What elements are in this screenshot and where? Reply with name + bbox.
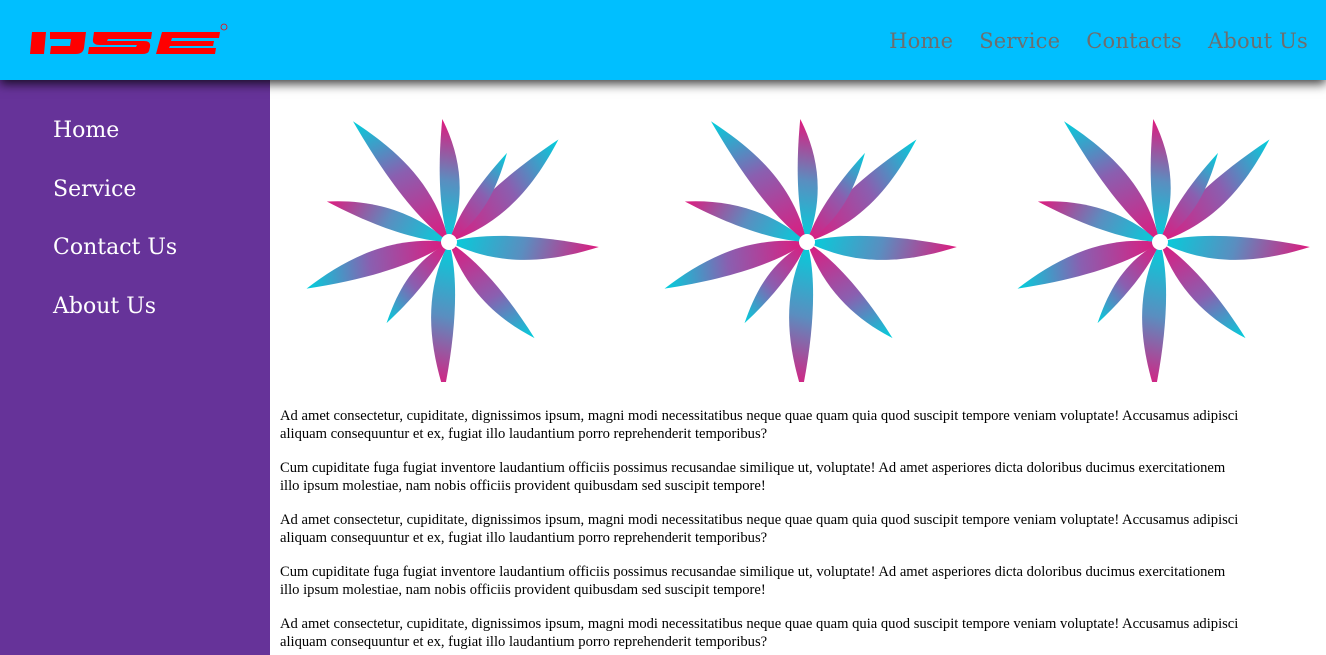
sidebar-link-home[interactable]: Home	[53, 118, 119, 143]
paragraph: Cum cupiditate fuga fugiat inventore lau…	[280, 460, 1226, 494]
nav-about-us[interactable]: About Us	[1208, 26, 1308, 56]
sidebar: Home Service Contact Us About Us	[0, 80, 270, 655]
flower-logo-icon	[303, 104, 599, 382]
article-text: Ad amet consectetur, cupiditate, digniss…	[280, 407, 1326, 655]
paragraph: Cum cupiditate fuga fugiat inventore lau…	[280, 564, 1226, 598]
header-bar: Home Service Contacts About Us	[0, 0, 1326, 80]
sidebar-menu: Home Service Contact Us About Us	[53, 114, 177, 349]
flower-logo-icon	[661, 104, 957, 382]
image-gallery	[270, 92, 1326, 382]
paragraph: Ad amet consectetur, cupiditate, digniss…	[280, 512, 1239, 546]
sidebar-link-about-us[interactable]: About Us	[53, 294, 156, 319]
nav-contacts[interactable]: Contacts	[1086, 26, 1182, 56]
sidebar-item-about-us: About Us	[53, 290, 177, 349]
nav-service[interactable]: Service	[979, 26, 1060, 56]
sidebar-item-contact-us: Contact Us	[53, 231, 177, 290]
paragraph: Ad amet consectetur, cupiditate, digniss…	[280, 616, 1239, 650]
nav-home[interactable]: Home	[889, 26, 953, 56]
flower-logo-icon	[1014, 104, 1310, 382]
sidebar-item-home: Home	[53, 114, 177, 173]
paragraph: Ad amet consectetur, cupiditate, digniss…	[280, 408, 1239, 442]
sidebar-link-contact-us[interactable]: Contact Us	[53, 235, 177, 260]
sidebar-link-service[interactable]: Service	[53, 177, 136, 202]
sidebar-item-service: Service	[53, 173, 177, 232]
top-navigation: Home Service Contacts About Us	[889, 26, 1308, 56]
ijse-logo[interactable]	[30, 22, 230, 58]
main-content: Ad amet consectetur, cupiditate, digniss…	[270, 80, 1326, 655]
